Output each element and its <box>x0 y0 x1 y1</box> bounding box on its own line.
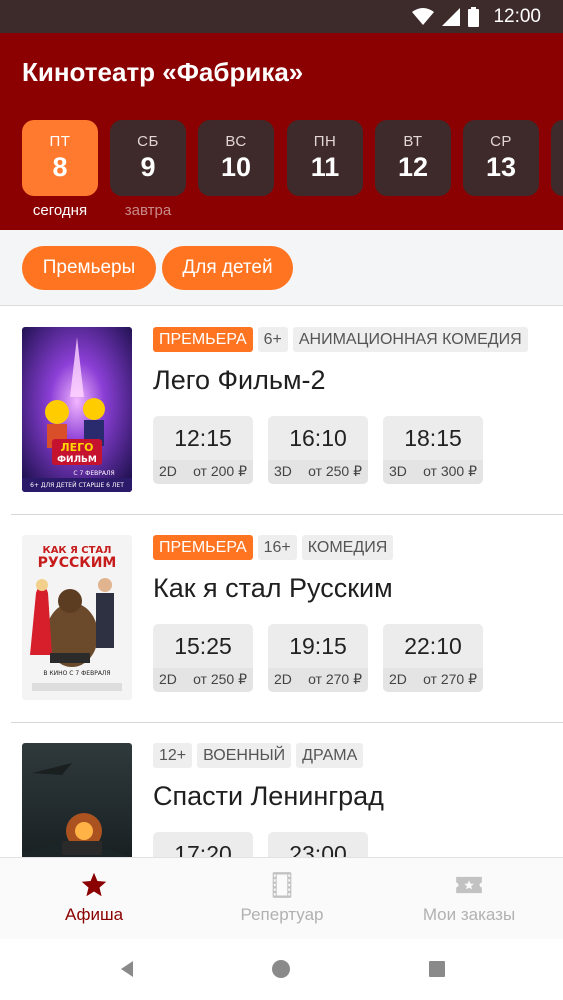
session-time: 22:10 <box>404 633 462 659</box>
day-name: ПН <box>313 133 337 150</box>
nav-label: Афиша <box>64 905 124 924</box>
movie-card[interactable]: ЛЕГО ФИЛЬМ С 7 ФЕВРАЛЯ 6+ ДЛЯ ДЕТЕЙ СТАР… <box>0 307 563 515</box>
genre-badge: АНИМАЦИОННАЯ КОМЕДИЯ <box>292 327 528 352</box>
day-sublabel: сегодня <box>32 202 88 219</box>
session-button[interactable]: 18:15 3D от 300 ₽ <box>383 416 483 484</box>
day-item-fri[interactable]: ПТ 8 сегодня <box>22 120 98 219</box>
session-price: от 250 ₽ <box>193 671 247 687</box>
home-icon[interactable] <box>269 957 293 981</box>
age-rating-badge: 6+ <box>257 327 288 352</box>
session-button[interactable]: 16:10 3D от 250 ₽ <box>268 416 368 484</box>
nav-item-orders[interactable]: Мои заказы <box>375 858 563 940</box>
recents-icon[interactable] <box>425 957 449 981</box>
signal-icon <box>442 8 461 26</box>
movie-tags: 12+ ВОЕННЫЙ ДРАМА <box>153 743 364 769</box>
day-number: 8 <box>52 152 68 182</box>
session-price: от 300 ₽ <box>423 463 477 479</box>
session-format: 3D <box>274 463 292 479</box>
nav-label: Репертуар <box>240 905 324 924</box>
day-number: 11 <box>310 152 340 182</box>
day-item-sun[interactable]: ВС 10 <box>198 120 274 196</box>
poster-lego-image: ЛЕГО ФИЛЬМ С 7 ФЕВРАЛЯ 6+ ДЛЯ ДЕТЕЙ СТАР… <box>22 327 132 492</box>
age-rating-badge: 12+ <box>153 743 193 768</box>
session-time: 19:15 <box>289 633 347 659</box>
poster-russian-image: КАК Я СТАЛ РУССКИМ В КИНО С 7 ФЕВРАЛЯ <box>22 535 132 700</box>
day-name: ПТ <box>49 133 71 150</box>
session-format: 2D <box>274 671 292 687</box>
app-header: Кинотеатр «Фабрика» ПТ 8 сегодня СБ 9 завт… <box>0 33 563 230</box>
day-item-sat[interactable]: СБ 9 завтра <box>110 120 186 219</box>
session-time: 16:10 <box>289 425 347 451</box>
session-format: 2D <box>159 671 177 687</box>
premiere-badge: ПРЕМЬЕРА <box>153 327 253 352</box>
bottom-navigation: Афиша Репертуар Мои заказы <box>0 857 563 939</box>
genre-badge: ДРАМА <box>296 743 364 768</box>
poster-caption: 6+ ДЛЯ ДЕТЕЙ СТАРШЕ 6 ЛЕТ <box>30 482 124 489</box>
session-format: 3D <box>389 463 407 479</box>
ticket-icon <box>456 876 482 894</box>
day-name: СР <box>490 133 512 150</box>
movie-title[interactable]: Спасти Ленинград <box>153 781 384 812</box>
day-name: ВС <box>225 133 247 150</box>
poster-logo-line2: ФИЛЬМ <box>57 455 97 465</box>
movie-poster[interactable]: КАК Я СТАЛ РУССКИМ В КИНО С 7 ФЕВРАЛЯ <box>22 535 132 700</box>
movie-title[interactable]: Как я стал Русским <box>153 573 393 604</box>
filter-bar: Премьеры Для детей <box>0 230 563 306</box>
session-format: 2D <box>389 671 407 687</box>
day-item-wed[interactable]: СР 13 <box>463 120 539 196</box>
wifi-icon <box>412 8 435 25</box>
day-sublabel: завтра <box>124 202 172 219</box>
session-price: от 270 ₽ <box>308 671 362 687</box>
system-navigation-bar <box>0 939 563 1000</box>
session-button[interactable]: 22:10 2D от 270 ₽ <box>383 624 483 692</box>
poster-logo-line1: ЛЕГО <box>60 441 93 454</box>
session-button[interactable]: 15:25 2D от 250 ₽ <box>153 624 253 692</box>
movie-tags: ПРЕМЬЕРА 6+ АНИМАЦИОННАЯ КОМЕДИЯ <box>153 327 528 353</box>
movie-card[interactable]: КАК Я СТАЛ РУССКИМ В КИНО С 7 ФЕВРАЛЯ ПР… <box>0 515 563 723</box>
filter-premieres-chip[interactable]: Премьеры <box>22 246 156 290</box>
session-price: от 200 ₽ <box>193 463 247 479</box>
day-item-tue[interactable]: ВТ 12 <box>375 120 451 196</box>
movie-title[interactable]: Лего Фильм-2 <box>153 365 326 396</box>
poster-title-line2: РУССКИМ <box>38 555 117 571</box>
star-icon <box>81 872 107 897</box>
session-price: от 250 ₽ <box>308 463 362 479</box>
premiere-badge: ПРЕМЬЕРА <box>153 535 253 560</box>
status-icons: 12:00 <box>412 5 541 29</box>
day-number: 13 <box>485 152 517 182</box>
nav-item-repertoire[interactable]: Репертуар <box>188 858 376 940</box>
session-format: 2D <box>159 463 177 479</box>
genre-badge: КОМЕДИЯ <box>301 535 394 560</box>
session-time: 18:15 <box>404 425 462 451</box>
date-picker: ПТ 8 сегодня СБ 9 завтра ВС 10 ПН 11 ВТ 12 СР… <box>22 120 563 220</box>
day-name: СБ <box>137 133 159 150</box>
genre-badge: ВОЕННЫЙ <box>197 743 292 768</box>
status-time: 12:00 <box>493 6 541 27</box>
movie-poster[interactable]: ЛЕГО ФИЛЬМ С 7 ФЕВРАЛЯ 6+ ДЛЯ ДЕТЕЙ СТАР… <box>22 327 132 492</box>
filter-kids-chip[interactable]: Для детей <box>162 246 293 290</box>
day-item-partial[interactable] <box>551 120 563 196</box>
day-number: 12 <box>397 152 429 182</box>
day-item-mon[interactable]: ПН 11 <box>287 120 363 196</box>
session-time: 12:15 <box>174 425 232 451</box>
day-number: 9 <box>140 152 156 182</box>
status-bar: 12:00 <box>0 0 563 33</box>
day-number: 10 <box>220 152 252 182</box>
battery-icon <box>468 7 480 27</box>
day-name: ВТ <box>403 133 423 150</box>
session-time: 15:25 <box>174 633 232 659</box>
movie-tags: ПРЕМЬЕРА 16+ КОМЕДИЯ <box>153 535 394 561</box>
poster-date: С 7 ФЕВРАЛЯ <box>73 470 114 477</box>
page-title: Кинотеатр «Фабрика» <box>22 57 304 87</box>
back-icon[interactable] <box>115 957 139 981</box>
session-button[interactable]: 12:15 2D от 200 ₽ <box>153 416 253 484</box>
poster-date: В КИНО С 7 ФЕВРАЛЯ <box>43 670 110 677</box>
nav-label: Мои заказы <box>422 905 516 924</box>
session-button[interactable]: 19:15 2D от 270 ₽ <box>268 624 368 692</box>
nav-item-afisha[interactable]: Афиша <box>0 858 188 940</box>
age-rating-badge: 16+ <box>257 535 297 560</box>
session-price: от 270 ₽ <box>423 671 477 687</box>
film-icon <box>272 872 292 898</box>
